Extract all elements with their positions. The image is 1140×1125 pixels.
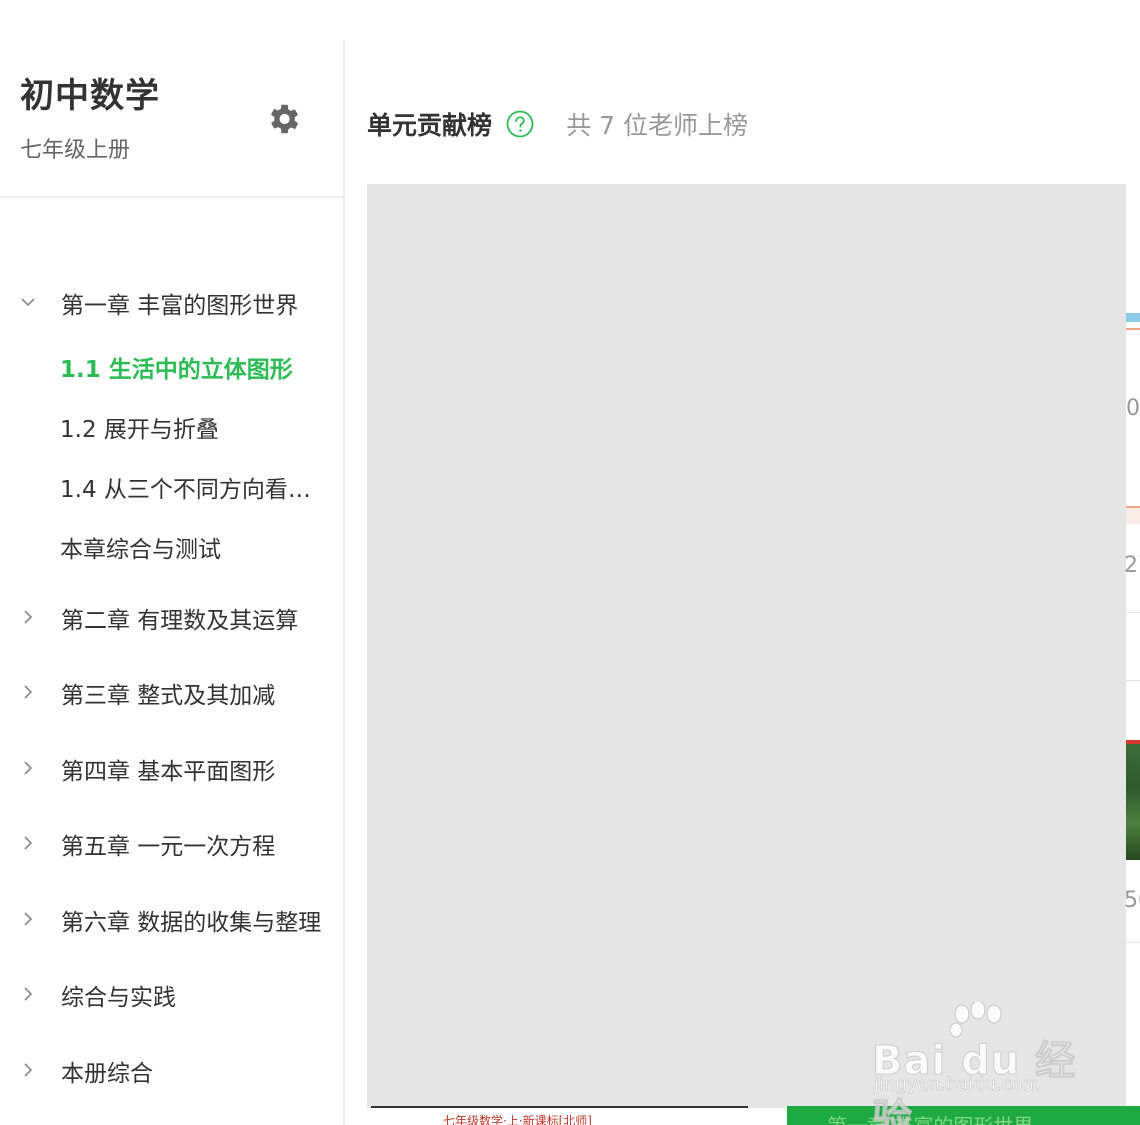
clipped-thumbnail[interactable] <box>1126 740 1140 860</box>
chevron-right-icon <box>18 682 38 702</box>
chevron-right-icon <box>18 758 38 778</box>
rank-header: 单元贡献榜 共 7 位老师上榜 <box>367 106 748 146</box>
chapter-label: 第二章 有理数及其运算 <box>61 608 299 634</box>
clipped-number: 50 <box>1124 888 1140 913</box>
clipped-text: 0 <box>1126 396 1140 421</box>
question-circle-icon <box>506 110 534 138</box>
chapter-item-1[interactable]: 第一章 丰富的图形世界 <box>0 282 343 322</box>
clipped-number: 27 <box>1124 553 1140 578</box>
chapter-label: 综合与实践 <box>61 985 176 1011</box>
chapter-label: 第六章 数据的收集与整理 <box>61 910 322 936</box>
chevron-right-icon <box>18 909 38 929</box>
chapter-label: 本册综合 <box>61 1061 153 1087</box>
rank-count: 共 7 位老师上榜 <box>566 111 749 140</box>
chevron-right-icon <box>18 984 38 1004</box>
chapter-item-2[interactable]: 第二章 有理数及其运算 <box>0 597 343 637</box>
watermark-url: jingyan.baidu.com <box>874 1074 1041 1096</box>
chapter-item-4[interactable]: 第四章 基本平面图形 <box>0 748 343 788</box>
help-button[interactable] <box>505 109 535 139</box>
chevron-right-icon <box>18 607 38 627</box>
chapter-item-6[interactable]: 第六章 数据的收集与整理 <box>0 899 343 939</box>
divider <box>1126 612 1140 613</box>
chapter-label: 第三章 整式及其加减 <box>61 683 276 709</box>
document-thumbnail-text: 七年级数学·上·新课标[北师] <box>443 1114 592 1125</box>
chapter-item-practice[interactable]: 综合与实践 <box>0 974 343 1014</box>
chevron-right-icon <box>18 1060 38 1080</box>
sidebar: 初中数学 七年级上册 第一章 丰富的图形世界 1.1 生活中的立体图形 1.2 … <box>0 40 345 1125</box>
clipped-card-border <box>1126 328 1140 330</box>
document-thumbnail[interactable]: 七年级数学·上·新课标[北师] <box>371 1106 748 1125</box>
settings-button[interactable] <box>264 100 302 138</box>
section-item-1-2[interactable]: 1.2 展开与折叠 <box>60 410 330 446</box>
section-item-1-1[interactable]: 1.1 生活中的立体图形 <box>60 350 330 386</box>
chapter-item-3[interactable]: 第三章 整式及其加减 <box>0 672 343 712</box>
clipped-card-bottom <box>1126 506 1140 524</box>
main-content: 单元贡献榜 共 7 位老师上榜 0 27 50 七年级数学·上·新课标[北师] <box>347 0 1140 1125</box>
chapter-item-5[interactable]: 第五章 一元一次方程 <box>0 823 343 863</box>
chevron-right-icon <box>18 833 38 853</box>
divider <box>1126 942 1140 943</box>
chapter-label: 第四章 基本平面图形 <box>61 759 276 785</box>
chevron-down-icon <box>18 292 38 312</box>
loading-overlay <box>367 184 1126 1108</box>
sidebar-header: 初中数学 七年级上册 <box>0 40 343 198</box>
section-item-chapter-test[interactable]: 本章综合与测试 <box>60 530 330 566</box>
section-item-1-4[interactable]: 1.4 从三个不同方向看… <box>60 470 330 506</box>
chapter-label: 第五章 一元一次方程 <box>61 834 276 860</box>
gear-icon <box>270 104 299 134</box>
page: 初中数学 七年级上册 第一章 丰富的图形世界 1.1 生活中的立体图形 1.2 … <box>0 0 1140 1125</box>
chapter-item-volume-review[interactable]: 本册综合 <box>0 1050 343 1090</box>
rank-title: 单元贡献榜 <box>367 111 493 140</box>
divider <box>1126 680 1140 681</box>
grade-label[interactable]: 七年级上册 <box>20 132 130 164</box>
clipped-card-top <box>1126 313 1140 322</box>
clipped-thumbnail-accent <box>1126 740 1140 744</box>
baidu-jingyan-watermark: Bai du 经验 jingyan.baidu.com <box>872 1002 1082 1125</box>
chapter-label: 第一章 丰富的图形世界 <box>61 293 299 319</box>
subject-title: 初中数学 <box>20 76 160 116</box>
